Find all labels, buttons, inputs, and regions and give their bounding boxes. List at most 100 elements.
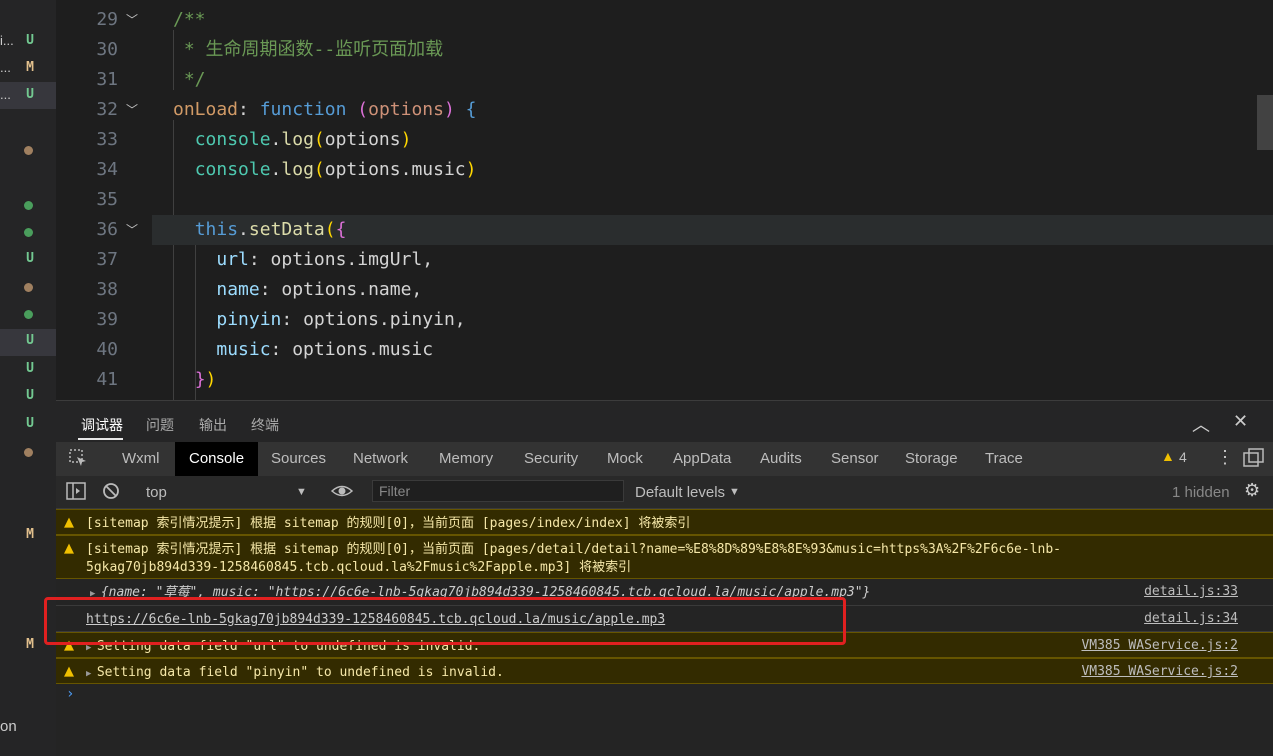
code-line[interactable]: 41 }) [56, 365, 1273, 395]
context-selector[interactable]: top [146, 484, 167, 501]
code-line[interactable]: 35 [56, 185, 1273, 215]
devtools-tab[interactable]: Storage [891, 442, 972, 476]
git-status-badge: M [26, 527, 34, 542]
code-line[interactable]: 31 */ [56, 65, 1273, 95]
console-prompt[interactable]: › [66, 686, 74, 702]
devtools-tab[interactable]: Memory [425, 442, 507, 476]
panel-tab[interactable]: 问题 [146, 415, 174, 435]
code-token: ) [205, 369, 217, 390]
inspect-element-icon[interactable] [68, 448, 88, 473]
devtools-tab[interactable]: Mock [593, 442, 657, 476]
eye-icon[interactable] [330, 482, 354, 505]
code-text: pinyin: options.pinyin, [173, 305, 466, 335]
context-dropdown-icon[interactable]: ▼ [296, 486, 307, 498]
git-status-dot [24, 310, 33, 319]
code-line[interactable]: 39 pinyin: options.pinyin, [56, 305, 1273, 335]
line-number: 30 [96, 39, 118, 60]
line-number: 39 [96, 309, 118, 330]
console-message-value: Setting data field "pinyin" to undefined… [96, 665, 504, 680]
code-text: }) [173, 365, 217, 395]
panel-tab[interactable]: 输出 [199, 415, 227, 435]
code-token: ( [357, 99, 369, 120]
devtools-tab[interactable]: Console [175, 442, 259, 476]
code-line[interactable]: 40 music: options.music [56, 335, 1273, 365]
console-message-text: [sitemap 索引情况提示] 根据 sitemap 的规则[0]，当前页面 … [86, 542, 1062, 575]
devtools-tab[interactable]: Trace [971, 442, 1037, 476]
panel-tab[interactable]: 终端 [251, 415, 279, 435]
chevron-up-icon[interactable]: ︿ [1192, 411, 1210, 437]
code-editor[interactable]: 29 ﹀/** 30 * 生命周期函数--监听页面加载 31 */32 ﹀ onLoad:… [56, 0, 1273, 400]
code-token: : options.imgUrl, [248, 249, 434, 270]
git-status-dot [24, 201, 33, 210]
code-line[interactable]: 33 console.log(options) [56, 125, 1273, 155]
dock-side-icon[interactable] [1243, 448, 1265, 473]
devtools-tab[interactable]: Network [339, 442, 422, 476]
fold-chevron-icon[interactable]: ﹀ [126, 5, 138, 35]
source-link[interactable]: detail.js:33 [1144, 584, 1238, 599]
code-line[interactable]: 37 url: options.imgUrl, [56, 245, 1273, 275]
log-levels-dropdown[interactable]: Default levels [635, 484, 725, 501]
clear-console-icon[interactable] [102, 482, 120, 505]
close-icon[interactable]: ✕ [1233, 411, 1248, 432]
code-line[interactable]: 36 ﹀ this.setData({ [56, 215, 1273, 245]
panel-tab[interactable]: 调试器 [81, 415, 123, 435]
code-token: options [324, 129, 401, 150]
code-token: ( [313, 159, 325, 180]
fold-chevron-icon[interactable]: ﹀ [126, 215, 138, 245]
code-line[interactable]: 32 ﹀ onLoad: function (options) { [56, 95, 1273, 125]
more-options-icon[interactable]: ⋮ [1216, 447, 1234, 468]
line-number: 29 [96, 9, 118, 30]
expand-triangle-icon[interactable]: ▶ [86, 669, 97, 679]
source-link[interactable]: VM385 WAService.js:2 [1081, 638, 1238, 653]
code-token: name [216, 279, 260, 300]
code-line[interactable]: 38 name: options.name, [56, 275, 1273, 305]
code-token: ) [400, 129, 412, 150]
console-warning[interactable]: ▲ ▶ Setting data field "pinyin" to undefi… [56, 658, 1273, 684]
code-text: url: options.imgUrl, [173, 245, 433, 275]
code-token: : options.name, [259, 279, 423, 300]
code-token: this [194, 219, 239, 240]
gear-icon[interactable]: ⚙ [1244, 480, 1260, 501]
line-number: 35 [96, 189, 118, 210]
code-line[interactable]: 29 ﹀ /** [56, 5, 1273, 35]
git-status-badge: M [26, 60, 34, 75]
filter-input[interactable] [372, 480, 624, 502]
explorer-item[interactable]: ... M [0, 55, 56, 82]
fold-chevron-icon[interactable]: ﹀ [126, 95, 138, 125]
code-token: pinyin [216, 309, 282, 330]
code-token: options.music [324, 159, 466, 180]
warning-icon[interactable]: ▲ [1161, 448, 1175, 464]
code-text: * 生命周期函数--监听页面加载 [173, 35, 443, 65]
console-message-text: ▶ Setting data field "pinyin" to undefin… [86, 664, 504, 683]
code-token: : [238, 99, 260, 120]
explorer-item[interactable]: i... U [0, 28, 56, 55]
console-warning[interactable]: ▲ [sitemap 索引情况提示] 根据 sitemap 的规则[0]，当前页面… [56, 509, 1273, 535]
devtools-tab[interactable]: Security [510, 442, 592, 476]
console-warning[interactable]: ▲ [sitemap 索引情况提示] 根据 sitemap 的规则[0]，当前页面… [56, 535, 1273, 579]
sidebar-toggle-icon[interactable] [66, 482, 86, 505]
console-toolbar: top ▼ Default levels ▼ 1 hidden ⚙ [56, 476, 1273, 509]
code-token: : options.pinyin, [281, 309, 466, 330]
warning-count[interactable]: 4 [1179, 449, 1187, 465]
code-text: */ [173, 65, 206, 95]
devtools-tab[interactable]: AppData [659, 442, 745, 476]
source-link[interactable]: VM385 WAService.js:2 [1081, 664, 1238, 679]
explorer-item[interactable]: ... U [0, 82, 56, 109]
code-token: log [281, 129, 314, 150]
source-link[interactable]: detail.js:34 [1144, 611, 1238, 626]
devtools-tab[interactable]: Wxml [108, 442, 174, 476]
devtools-tab[interactable]: Audits [746, 442, 816, 476]
code-token: /** [173, 9, 206, 30]
devtools-tab[interactable]: Sensor [817, 442, 893, 476]
log-levels-dropdown-icon[interactable]: ▼ [729, 486, 740, 498]
code-line[interactable]: 30 * 生命周期函数--监听页面加载 [56, 35, 1273, 65]
code-token: . [270, 159, 282, 180]
devtools-tab[interactable]: Sources [257, 442, 340, 476]
code-line[interactable]: 34 console.log(options.music) [56, 155, 1273, 185]
code-text: this.setData({ [173, 215, 347, 245]
code-text: onLoad: function (options) { [173, 95, 477, 125]
git-status-badge: U [26, 333, 34, 348]
